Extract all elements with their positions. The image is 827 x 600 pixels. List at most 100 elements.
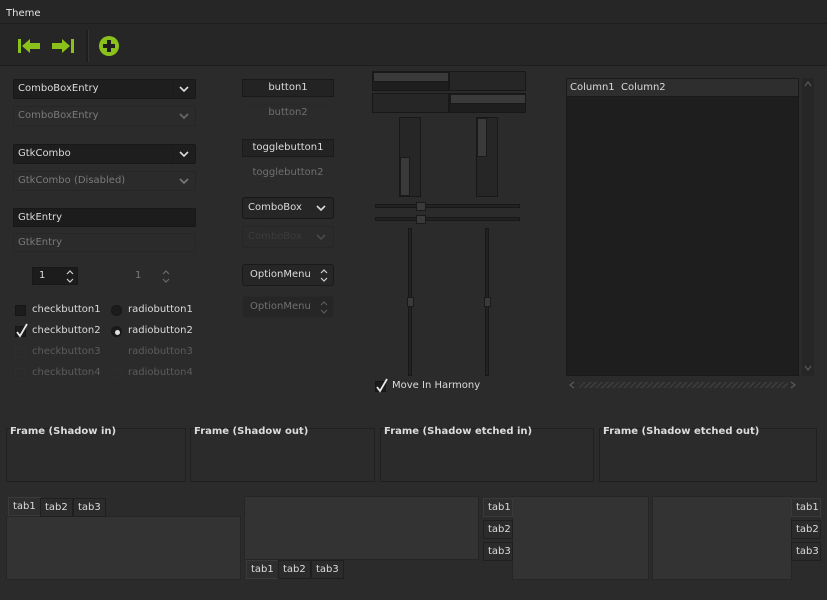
checkbox-2[interactable] xyxy=(15,323,28,338)
radio-2[interactable] xyxy=(111,326,122,337)
frame-shadow-in-title: Frame (Shadow in) xyxy=(10,426,117,437)
hscrollbar-1b xyxy=(449,71,526,91)
treeview-header: Column1 Column2 xyxy=(567,79,798,97)
notebook-left-tab3[interactable]: tab3 xyxy=(483,542,513,561)
tree-hscrollbar[interactable] xyxy=(566,379,799,391)
notebook-right-tab1[interactable]: tab1 xyxy=(791,498,821,517)
column2-header[interactable]: Column2 xyxy=(621,82,666,93)
checkbutton3-label: checkbutton3 xyxy=(32,346,101,357)
radio-3 xyxy=(111,347,122,358)
chevron-down-icon[interactable] xyxy=(172,145,195,163)
forward-button[interactable] xyxy=(49,34,77,58)
hscrollbar-1[interactable] xyxy=(372,71,449,91)
chevron-down-icon xyxy=(172,107,195,125)
frame-etched-out: Frame (Shadow etched out) xyxy=(599,426,817,482)
notebook-bottom-page xyxy=(244,496,479,560)
chevron-down-icon xyxy=(311,227,333,247)
vscrollbar-2[interactable] xyxy=(476,117,498,197)
hscale-2[interactable] xyxy=(375,215,520,224)
comboboxentry-text: ComboBoxEntry xyxy=(18,83,99,94)
treeview[interactable]: Column1 Column2 xyxy=(566,78,799,376)
notebook-top-tab3[interactable]: tab3 xyxy=(73,498,106,517)
spinbutton[interactable]: 1 xyxy=(32,267,78,285)
column1-header[interactable]: Column1 xyxy=(570,82,615,93)
vscale-1-slider[interactable] xyxy=(407,297,414,307)
optionmenu-text: OptionMenu xyxy=(250,269,311,280)
notebook-left-tab1[interactable]: tab1 xyxy=(483,498,513,517)
vscale-2[interactable] xyxy=(484,228,491,376)
chevron-up-icon[interactable] xyxy=(804,80,812,88)
button1[interactable]: button1 xyxy=(242,79,334,97)
spin-arrows-icon[interactable] xyxy=(65,269,75,284)
hscrollbar-1-thumb[interactable] xyxy=(373,72,449,82)
notebook-bottom-tab2[interactable]: tab2 xyxy=(278,560,311,579)
updown-arrows-icon xyxy=(320,301,328,314)
tree-vscrollbar[interactable] xyxy=(802,78,814,376)
chevron-right-icon[interactable] xyxy=(789,381,797,389)
checkbox-3 xyxy=(15,347,26,358)
vscrollbar-1-thumb[interactable] xyxy=(400,157,410,196)
checkbutton4-label: checkbutton4 xyxy=(32,367,101,378)
checkmark-icon xyxy=(16,323,28,338)
radio-dot-icon xyxy=(115,330,120,335)
hscale-1[interactable] xyxy=(375,202,520,211)
radiobutton2-label: radiobutton2 xyxy=(128,325,193,336)
back-button[interactable] xyxy=(15,34,43,58)
gtkentry[interactable]: GtkEntry xyxy=(13,208,196,227)
checkbutton1-label: checkbutton1 xyxy=(32,304,101,315)
notebook-top-tab1[interactable]: tab1 xyxy=(8,497,41,516)
radio-1[interactable] xyxy=(111,305,122,316)
gtkentry-text: GtkEntry xyxy=(18,212,63,223)
notebook-bottom-tab3[interactable]: tab3 xyxy=(311,560,344,579)
radiobutton4-label: radiobutton4 xyxy=(128,367,193,378)
notebook-left-tab2[interactable]: tab2 xyxy=(483,520,513,539)
hscale-2-slider[interactable] xyxy=(416,215,426,224)
optionmenu[interactable]: OptionMenu xyxy=(242,264,334,286)
chevron-down-icon[interactable] xyxy=(172,80,195,98)
notebook-top-page xyxy=(6,516,241,580)
menu-theme[interactable]: Theme xyxy=(6,8,41,19)
combobox-disabled-text: ComboBox xyxy=(248,231,302,242)
toolbar-separator xyxy=(86,30,89,62)
optionmenu-disabled: OptionMenu xyxy=(242,296,334,318)
harmony-checkbox[interactable] xyxy=(375,378,388,393)
comboboxentry-disabled-text: ComboBoxEntry xyxy=(18,110,99,121)
togglebutton1[interactable]: togglebutton1 xyxy=(242,139,334,157)
spinbutton-disabled: 1 xyxy=(128,267,174,285)
checkbox-1[interactable] xyxy=(15,305,26,316)
radiobutton3-label: radiobutton3 xyxy=(128,346,193,357)
hscale-1-slider[interactable] xyxy=(416,202,426,211)
arrow-left-icon xyxy=(18,39,40,53)
gtkcombo[interactable]: GtkCombo xyxy=(13,144,196,164)
chevron-down-icon[interactable] xyxy=(311,198,333,218)
gtkcombo-disabled-text: GtkCombo (Disabled) xyxy=(18,175,126,186)
checkmark-icon xyxy=(376,378,388,393)
vscrollbar-1[interactable] xyxy=(399,117,421,197)
gtkcombo-text: GtkCombo xyxy=(18,148,71,159)
hscrollbar-2[interactable] xyxy=(449,93,526,113)
vscrollbar-2-thumb[interactable] xyxy=(477,118,487,157)
frame-shadow-out: Frame (Shadow out) xyxy=(190,426,375,482)
notebook-right-tab3[interactable]: tab3 xyxy=(791,542,821,561)
optionmenu-disabled-text: OptionMenu xyxy=(250,301,311,312)
togglebutton2: togglebutton2 xyxy=(242,164,334,182)
checkbutton2-label: checkbutton2 xyxy=(32,325,101,336)
chevron-down-icon[interactable] xyxy=(804,364,812,372)
radiobutton1-label: radiobutton1 xyxy=(128,304,193,315)
combobox[interactable]: ComboBox xyxy=(242,197,334,219)
tree-hscrollbar-thumb[interactable] xyxy=(578,382,788,388)
vscale-2-slider[interactable] xyxy=(484,297,491,307)
hscrollbar-2-thumb[interactable] xyxy=(450,94,526,104)
harmony-label: Move In Harmony xyxy=(392,380,481,391)
notebook-right-tab2[interactable]: tab2 xyxy=(791,520,821,539)
vscale-1[interactable] xyxy=(407,228,414,376)
chevron-left-icon[interactable] xyxy=(568,381,576,389)
notebook-top-tab2[interactable]: tab2 xyxy=(40,498,73,517)
comboboxentry[interactable]: ComboBoxEntry xyxy=(13,79,196,99)
toolbar xyxy=(0,24,827,66)
notebook-bottom-tab1[interactable]: tab1 xyxy=(246,560,279,579)
frame-shadow-in: Frame (Shadow in) xyxy=(6,426,186,482)
updown-arrows-icon xyxy=(320,269,328,282)
add-button[interactable] xyxy=(96,34,124,58)
menubar: Theme xyxy=(0,0,827,24)
